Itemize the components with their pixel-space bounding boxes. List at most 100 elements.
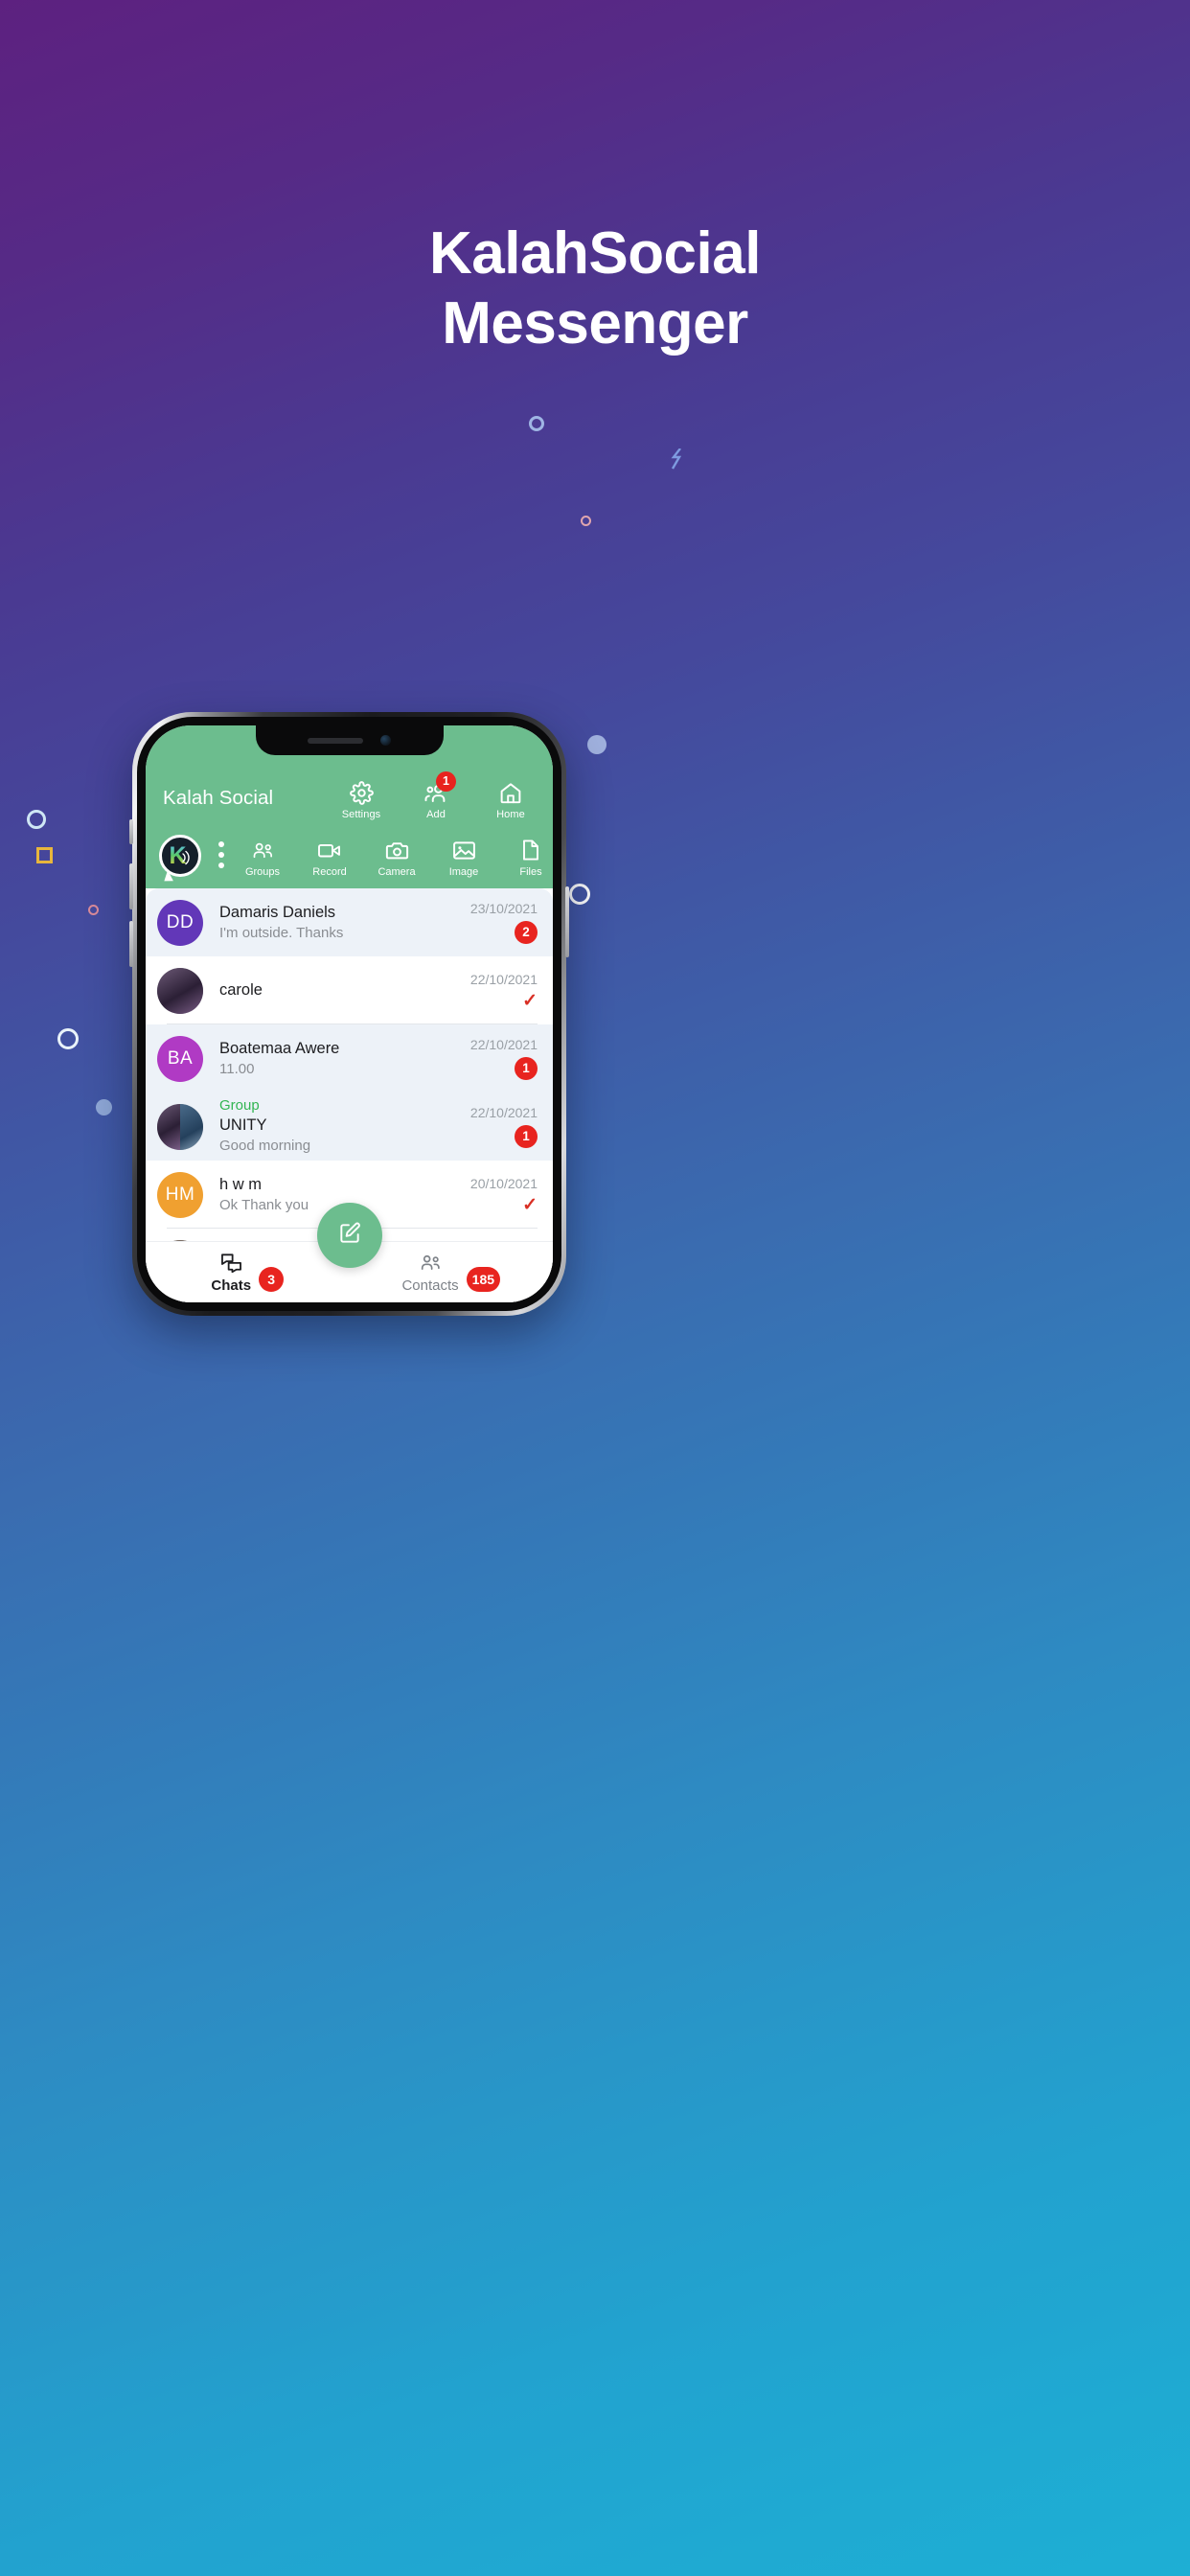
brand-logo-circle: K [159, 835, 201, 877]
chats-icon [220, 1252, 242, 1275]
avatar-photo-left [157, 1103, 180, 1150]
avatar-initials: BA [167, 1047, 194, 1069]
groups-label: Groups [244, 866, 281, 878]
front-camera-icon [380, 735, 391, 746]
chat-date: 22/10/2021 [469, 1037, 538, 1052]
chat-main: Group UNITY Good morning [203, 1097, 446, 1156]
image-icon [452, 838, 476, 862]
deco-ring-pink [88, 905, 99, 915]
deco-ring-top-right [529, 416, 544, 431]
header-tools-row: K Groups Record Camera Image Files [146, 820, 553, 888]
brand-logo-tail [164, 869, 176, 885]
chats-badge: 3 [259, 1266, 285, 1292]
deco-dot-left [96, 1099, 112, 1116]
settings-button[interactable]: Settings [334, 780, 388, 820]
deco-ring-right-small [581, 516, 591, 526]
earpiece-speaker-icon [308, 737, 363, 744]
avatar-photo [157, 967, 203, 1014]
image-button[interactable]: Image [437, 838, 491, 878]
camera-icon [385, 838, 409, 862]
camera-button[interactable]: Camera [370, 838, 423, 878]
deco-ring-right-big [569, 884, 590, 905]
chat-date: 22/10/2021 [469, 1105, 538, 1120]
chat-meta: 23/10/2021 2 [446, 901, 538, 944]
video-camera-icon [317, 838, 342, 862]
chat-name: carole [219, 980, 263, 999]
compose-fab-button[interactable] [316, 1203, 382, 1268]
home-icon [498, 780, 523, 805]
chat-name: Damaris Daniels [219, 903, 336, 921]
chat-group-tag: Group [219, 1097, 260, 1115]
file-icon [520, 838, 541, 862]
image-label: Image [448, 866, 479, 878]
avatar[interactable]: DD [157, 899, 203, 946]
camera-label: Camera [378, 866, 416, 878]
chat-row[interactable]: DD Damaris Daniels I'm outside. Thanks 23/1… [146, 888, 553, 956]
tool-row: Groups Record Camera Image Files [236, 838, 553, 878]
phone-screen: Kalah Social Settings Add 1 Home K Group… [146, 725, 553, 1302]
avatar-initials: HM [165, 1184, 195, 1205]
chat-meta: 20/10/2021 ✓ [446, 1176, 538, 1214]
header-actions: Settings Add 1 Home [334, 771, 539, 820]
contacts-icon [419, 1252, 443, 1275]
groups-button[interactable]: Groups [236, 838, 289, 878]
chat-meta: 22/10/2021 ✓ [446, 972, 538, 1010]
chat-preview: I'm outside. Thanks [219, 924, 344, 941]
chat-row[interactable]: Group UNITY Good morning 22/10/2021 1 [146, 1092, 553, 1161]
chat-preview: Good morning [219, 1138, 311, 1155]
chat-meta: 22/10/2021 1 [446, 1037, 538, 1080]
home-button[interactable]: Home [484, 780, 538, 820]
record-button[interactable]: Record [303, 838, 356, 878]
deco-ring-left-big [57, 1028, 79, 1049]
headline-line-1: KalahSocial [429, 220, 761, 287]
nav-item-contacts[interactable]: Contacts 185 [350, 1242, 554, 1302]
chat-main: Damaris Daniels I'm outside. Thanks [203, 903, 446, 943]
record-label: Record [312, 866, 347, 878]
nav-item-chats[interactable]: Chats 3 [146, 1242, 350, 1302]
chat-row[interactable]: carole 22/10/2021 ✓ [146, 956, 553, 1024]
chat-row[interactable]: BA Boatemaa Awere 11.00 22/10/2021 1 [146, 1024, 553, 1092]
chat-name: Boatemaa Awere [219, 1039, 340, 1057]
deco-dot-right [587, 735, 606, 754]
page-title: KalahSocial Messenger [0, 218, 1190, 358]
kebab-menu-icon[interactable] [207, 834, 236, 876]
avatar[interactable]: HM [157, 1171, 203, 1218]
unread-badge: 2 [515, 921, 538, 944]
avatar[interactable] [157, 967, 203, 1014]
delivered-check-icon: ✓ [522, 1194, 538, 1215]
chat-date: 22/10/2021 [469, 971, 538, 987]
phone-notch [255, 725, 444, 755]
avatar-initials: DD [166, 911, 195, 932]
delivered-check-icon: ✓ [522, 990, 538, 1011]
avatar[interactable] [157, 1103, 203, 1150]
files-button[interactable]: Files [504, 838, 553, 878]
avatar[interactable]: BA [157, 1035, 203, 1082]
contacts-badge: 185 [466, 1266, 501, 1292]
files-label: Files [519, 866, 542, 878]
compose-icon [337, 1221, 362, 1251]
app-title: Kalah Social [163, 787, 274, 809]
deco-square-yellow [36, 847, 53, 863]
unread-badge: 1 [515, 1125, 538, 1148]
add-button[interactable]: Add 1 [409, 771, 463, 820]
chat-date: 20/10/2021 [469, 1175, 538, 1191]
avatar-photo-right [180, 1103, 203, 1150]
unread-badge: 1 [515, 1057, 538, 1080]
add-label: Add [426, 809, 446, 820]
deco-zigzag-right [671, 448, 686, 470]
phone-volume-up-button [129, 863, 133, 909]
phone-mute-switch [129, 819, 133, 844]
groups-icon [251, 838, 275, 862]
brand-logo: K [159, 835, 201, 885]
settings-label: Settings [341, 809, 381, 820]
chat-preview: 11.00 [219, 1060, 255, 1077]
promo-screenshot: KalahSocial Messenger Kalah Social Setti… [0, 0, 1190, 2576]
contacts-label: Contacts [401, 1276, 459, 1294]
chat-name: UNITY [219, 1116, 267, 1134]
headline-line-2: Messenger [442, 290, 748, 357]
gear-icon [349, 780, 374, 805]
phone-mockup: Kalah Social Settings Add 1 Home K Group… [129, 712, 569, 1316]
chats-label: Chats [211, 1276, 252, 1294]
add-badge: 1 [436, 771, 456, 792]
chat-main: Boatemaa Awere 11.00 [203, 1039, 446, 1079]
